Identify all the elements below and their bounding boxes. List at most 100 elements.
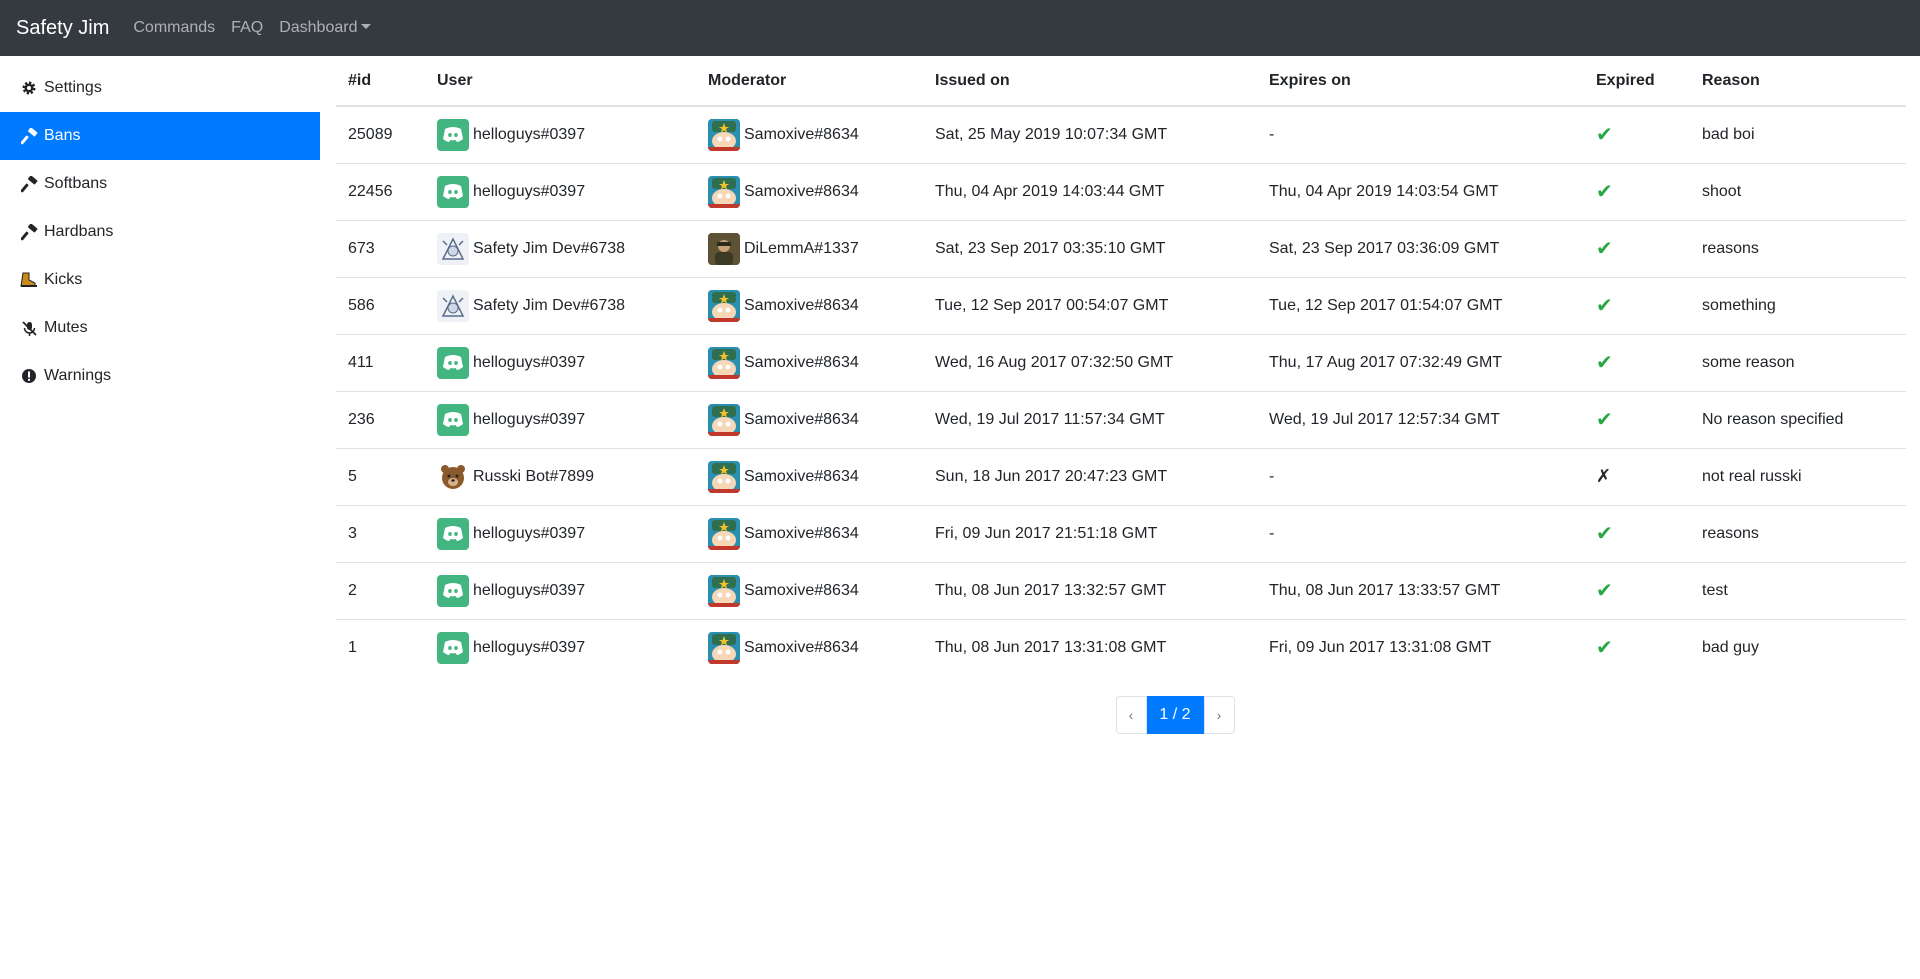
cell-id: 236 [336, 391, 425, 449]
cell-id: 586 [336, 277, 425, 335]
cell-expired: ✔ [1584, 163, 1690, 221]
cell-id: 22456 [336, 163, 425, 221]
cell-expires-on: Thu, 04 Apr 2019 14:03:54 GMT [1257, 163, 1584, 221]
check-icon: ✔ [1596, 580, 1613, 602]
moderator-name[interactable]: Samoxive#8634 [744, 183, 859, 201]
cell-id: 1 [348, 638, 357, 656]
moderator-name[interactable]: DiLemmA#1337 [744, 240, 859, 258]
sidebar-item-bans[interactable]: Bans [0, 112, 320, 160]
moderator-name[interactable]: Samoxive#8634 [744, 639, 859, 657]
caret-down-icon [361, 24, 372, 29]
samoxive-avatar [708, 403, 740, 436]
dashboard-dropdown[interactable]: Dashboard [279, 19, 372, 37]
moderator-name[interactable]: Samoxive#8634 [744, 582, 859, 600]
cell-moderator: Samoxive#8634 [696, 562, 923, 620]
samoxive-avatar [708, 346, 740, 379]
cell-issued-on: Wed, 16 Aug 2017 07:32:50 GMT [923, 334, 1257, 392]
discord-avatar [437, 118, 469, 151]
discord-avatar [437, 517, 469, 550]
sidebar-item-label: Warnings [44, 367, 111, 384]
col-header-expired: Expired [1584, 56, 1690, 107]
col-header-moderator: Moderator [696, 56, 923, 107]
cell-expired: ✔ [1584, 391, 1690, 449]
exclamation-icon [20, 367, 38, 385]
bans-table: #id User Moderator Issued on Expires on … [336, 56, 1906, 676]
check-icon: ✔ [1596, 409, 1613, 431]
cell-user: helloguys#0397 [425, 106, 696, 164]
cell-user: helloguys#0397 [425, 562, 696, 620]
user-name[interactable]: helloguys#0397 [473, 411, 585, 429]
cell-reason: reasons [1690, 505, 1906, 563]
table-row: 1 helloguys#0397 Samoxive#8634 Thu, 08 Jun … [336, 619, 1906, 676]
sidebar-item-softbans[interactable]: Softbans [0, 160, 320, 208]
user-name[interactable]: Russki Bot#7899 [473, 468, 594, 486]
moderator-name[interactable]: Samoxive#8634 [744, 525, 859, 543]
moderator-name[interactable]: Samoxive#8634 [744, 354, 859, 372]
sidebar-item-kicks[interactable]: Kicks [0, 256, 320, 304]
cell-reason: test [1690, 562, 1906, 620]
cell-moderator: Samoxive#8634 [696, 619, 923, 676]
cell-moderator: Samoxive#8634 [696, 277, 923, 335]
moderator-name[interactable]: Samoxive#8634 [744, 468, 859, 486]
sidebar-item-settings[interactable]: Settings [0, 64, 320, 112]
samoxive-avatar [708, 289, 740, 322]
user-name[interactable]: Safety Jim Dev#6738 [473, 297, 625, 315]
check-icon: ✔ [1596, 181, 1613, 203]
cell-id: 673 [336, 220, 425, 278]
page-next-button[interactable]: › [1203, 696, 1235, 734]
user-name[interactable]: helloguys#0397 [473, 354, 585, 372]
cell-moderator: Samoxive#8634 [696, 505, 923, 563]
page-prev-button[interactable]: ‹ [1115, 696, 1147, 734]
user-name[interactable]: helloguys#0397 [473, 639, 585, 657]
brand-logo-text[interactable]: Safety Jim [16, 17, 109, 40]
user-name[interactable]: helloguys#0397 [473, 183, 585, 201]
cell-reason: No reason specified [1690, 391, 1906, 449]
hammer-icon [20, 175, 38, 193]
cell-expires-on: Tue, 12 Sep 2017 01:54:07 GMT [1257, 277, 1584, 335]
user-name[interactable]: helloguys#0397 [473, 525, 585, 543]
sidebar-item-mutes[interactable]: Mutes [0, 304, 320, 352]
sidebar-item-label: Kicks [44, 271, 83, 288]
user-name[interactable]: Safety Jim Dev#6738 [473, 240, 625, 258]
cell-moderator: Samoxive#8634 [696, 334, 923, 392]
moderator-name[interactable]: Samoxive#8634 [744, 411, 859, 429]
sidebar-item-hardbans[interactable]: Hardbans [0, 208, 320, 256]
sidebar-item-label: Settings [44, 79, 102, 96]
cell-issued-on: Tue, 12 Sep 2017 00:54:07 GMT [923, 277, 1257, 335]
nav-link-commands[interactable]: Commands [133, 19, 215, 37]
cell-reason: shoot [1690, 163, 1906, 221]
samoxive-avatar [708, 517, 740, 550]
user-name[interactable]: helloguys#0397 [473, 582, 585, 600]
top-navbar: Safety Jim Commands FAQ Dashboard [0, 0, 1920, 56]
cell-id: 2 [336, 562, 425, 620]
page-current-indicator[interactable]: 1 / 2 [1146, 696, 1204, 734]
discord-avatar [437, 631, 469, 664]
moderator-name[interactable]: Samoxive#8634 [744, 126, 859, 144]
sidebar-item-label: Softbans [44, 175, 108, 192]
cell-issued-on: Thu, 08 Jun 2017 13:31:08 GMT [935, 638, 1167, 656]
cell-id: 411 [336, 334, 425, 392]
nav-link-faq[interactable]: FAQ [231, 19, 263, 37]
cell-expires-on: Thu, 08 Jun 2017 13:33:57 GMT [1257, 562, 1584, 620]
cell-moderator: Samoxive#8634 [696, 163, 923, 221]
sidebar-item-warnings[interactable]: Warnings [0, 352, 320, 400]
cell-moderator: Samoxive#8634 [696, 391, 923, 449]
cell-id: 3 [336, 505, 425, 563]
cell-moderator: DiLemmA#1337 [696, 220, 923, 278]
cell-reason: something [1690, 277, 1906, 335]
sidebar-item-label: Hardbans [44, 223, 114, 240]
cell-id: 5 [336, 448, 425, 506]
cell-expires-on: Fri, 09 Jun 2017 13:31:08 GMT [1269, 638, 1492, 656]
cell-expired: ✔ [1584, 562, 1690, 620]
discord-avatar [437, 574, 469, 607]
cell-expired: ✔ [1584, 106, 1690, 164]
cell-expires-on: - [1257, 505, 1584, 563]
table-header-row: #id User Moderator Issued on Expires on … [336, 56, 1906, 107]
col-header-id: #id [336, 56, 425, 107]
cell-expired: ✗ [1584, 448, 1690, 506]
samoxive-avatar [708, 574, 740, 607]
check-icon: ✔ [1596, 637, 1613, 660]
moderator-name[interactable]: Samoxive#8634 [744, 297, 859, 315]
user-name[interactable]: helloguys#0397 [473, 126, 585, 144]
hammer-icon [20, 127, 38, 145]
